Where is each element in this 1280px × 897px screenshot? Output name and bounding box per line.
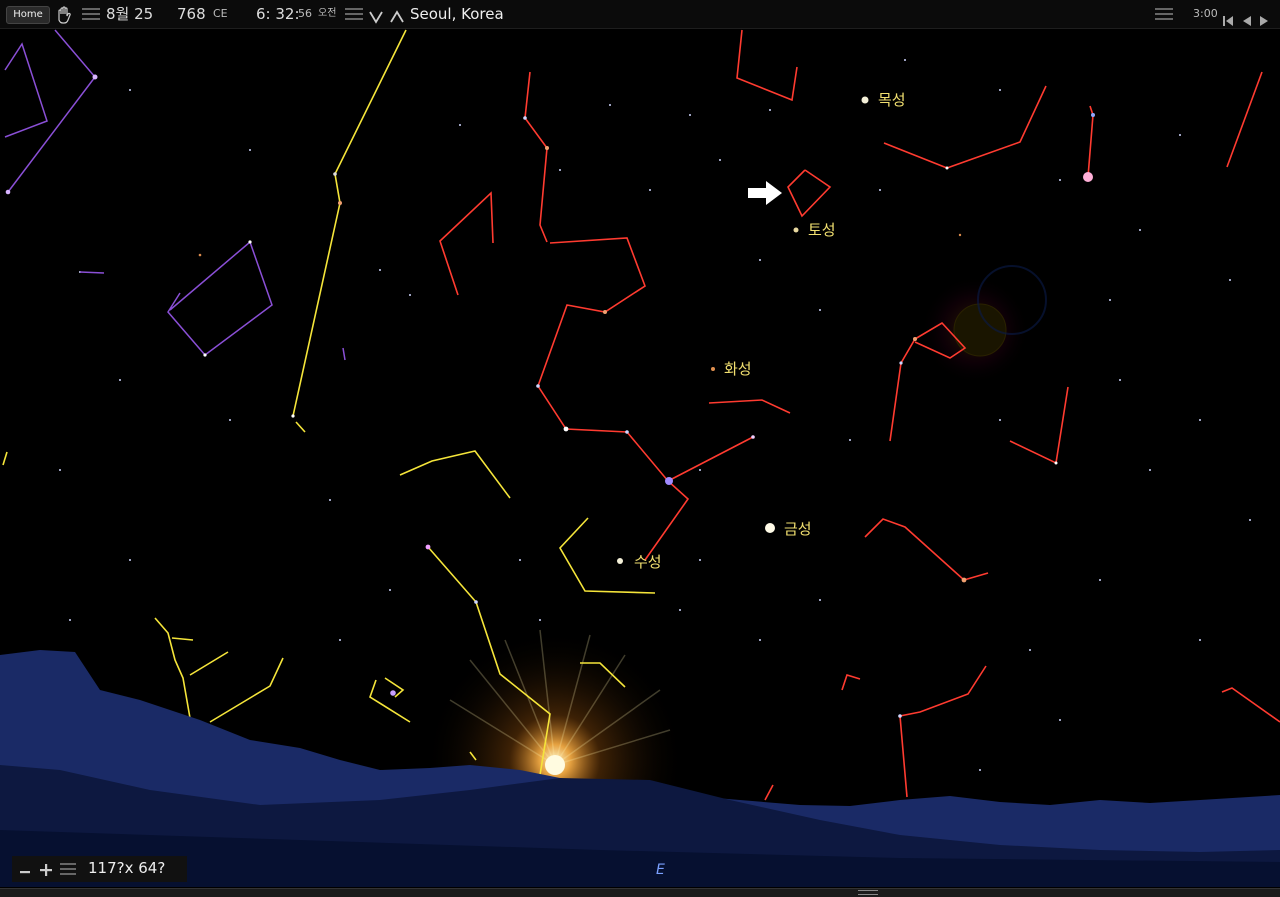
jupiter-label[interactable]: 목성 <box>878 89 906 110</box>
skip-back-icon[interactable] <box>1222 8 1234 26</box>
era-label: CE <box>213 7 228 20</box>
saturn-marker <box>793 227 799 233</box>
resolution-label: 117?x 64? <box>88 859 166 877</box>
ampm-label: 오전 <box>318 8 337 19</box>
date-field[interactable]: 8월 25 <box>106 0 153 28</box>
zoom-in-icon[interactable] <box>39 862 53 881</box>
time-menu-icon[interactable] <box>345 8 363 20</box>
sky-view[interactable] <box>0 29 1280 887</box>
saturn-label[interactable]: 토성 <box>808 219 836 240</box>
zoom-menu-icon[interactable] <box>60 863 76 875</box>
constellation-stars <box>5 74 1095 718</box>
arrow-right-icon <box>748 180 784 210</box>
venus-marker <box>765 523 775 533</box>
constellation-lines-purple <box>4 29 346 361</box>
menu-icon[interactable] <box>82 8 100 20</box>
panel-grip-handle[interactable] <box>858 890 878 895</box>
location-field[interactable]: Seoul, Korea <box>410 0 504 28</box>
zoom-bar: 117?x 64? <box>12 856 187 882</box>
jupiter-marker <box>861 96 869 104</box>
compass-east-label: E <box>656 862 665 878</box>
time-field[interactable]: 6: 32: <box>256 0 300 28</box>
venus-label[interactable]: 금성 <box>784 518 812 539</box>
time-rate-label: 3:00 <box>1193 7 1218 20</box>
mercury-marker <box>617 558 623 564</box>
toolbar: Home 8월 25 768 CE 6: 32: 56 오전 Seoul, Ko… <box>0 0 1280 29</box>
home-button[interactable]: Home <box>6 6 50 24</box>
play-back-icon[interactable] <box>1241 8 1253 26</box>
mars-label[interactable]: 화성 <box>724 358 752 379</box>
star-field <box>59 59 1251 771</box>
seconds-field[interactable]: 56 <box>298 0 312 28</box>
chevron-up-icon[interactable] <box>389 6 405 23</box>
rate-menu-icon[interactable] <box>1155 8 1173 20</box>
chevron-down-icon[interactable] <box>368 6 384 24</box>
year-field[interactable]: 768 <box>177 0 206 28</box>
planet-markers <box>617 96 869 564</box>
zoom-out-icon[interactable] <box>19 863 31 882</box>
play-icon[interactable] <box>1258 8 1270 26</box>
sun[interactable] <box>545 755 565 775</box>
mercury-label[interactable]: 수성 <box>634 551 662 572</box>
mars-marker <box>711 367 715 371</box>
hand-icon[interactable] <box>56 5 72 24</box>
